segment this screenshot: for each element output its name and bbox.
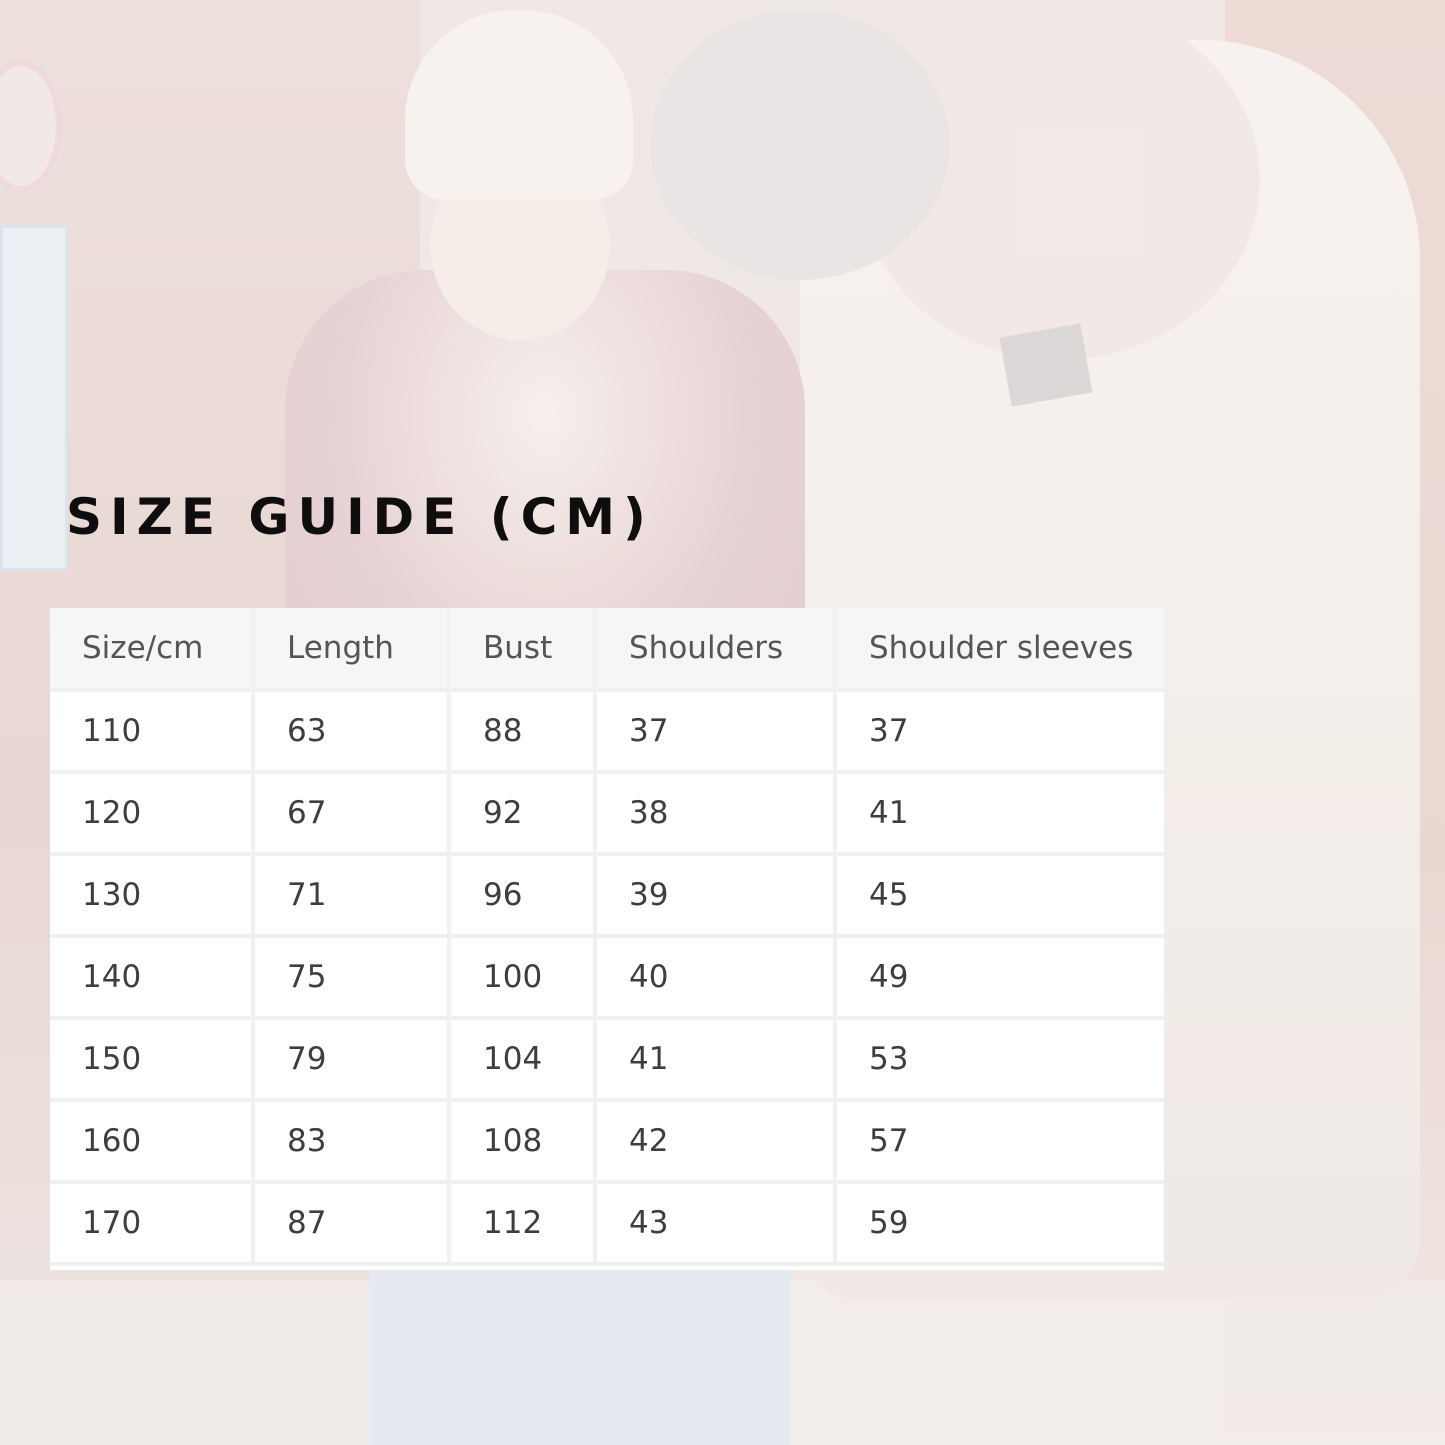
- table-cell: 140: [50, 938, 255, 1020]
- table-cell: 67: [255, 774, 451, 856]
- table-cell: 150: [50, 1020, 255, 1102]
- table-row: 110 63 88 37 37: [50, 692, 1164, 774]
- column-header: Size/cm: [50, 608, 255, 692]
- table-row: 160 83 108 42 57: [50, 1102, 1164, 1184]
- table-cell: 37: [837, 692, 1164, 774]
- size-table-panel: Size/cm Length Bust Shoulders Shoulder s…: [50, 608, 1164, 1270]
- table-row: 170 87 112 43 59: [50, 1184, 1164, 1266]
- table-cell: 45: [837, 856, 1164, 938]
- table-row: 120 67 92 38 41: [50, 774, 1164, 856]
- table-cell: 37: [597, 692, 837, 774]
- table-cell: 130: [50, 856, 255, 938]
- table-cell: 39: [597, 856, 837, 938]
- table-cell: 83: [255, 1102, 451, 1184]
- size-table: Size/cm Length Bust Shoulders Shoulder s…: [50, 608, 1164, 1266]
- table-cell: 43: [597, 1184, 837, 1266]
- table-cell: 59: [837, 1184, 1164, 1266]
- table-cell: 96: [451, 856, 597, 938]
- table-cell: 104: [451, 1020, 597, 1102]
- table-row: 150 79 104 41 53: [50, 1020, 1164, 1102]
- table-cell: 42: [597, 1102, 837, 1184]
- table-cell: 53: [837, 1020, 1164, 1102]
- table-cell: 112: [451, 1184, 597, 1266]
- table-cell: 40: [597, 938, 837, 1020]
- table-cell: 38: [597, 774, 837, 856]
- table-cell: 110: [50, 692, 255, 774]
- table-cell: 92: [451, 774, 597, 856]
- table-cell: 108: [451, 1102, 597, 1184]
- table-cell: 120: [50, 774, 255, 856]
- column-header: Length: [255, 608, 451, 692]
- table-row: 140 75 100 40 49: [50, 938, 1164, 1020]
- column-header: Bust: [451, 608, 597, 692]
- table-cell: 63: [255, 692, 451, 774]
- table-cell: 87: [255, 1184, 451, 1266]
- table-cell: 79: [255, 1020, 451, 1102]
- table-cell: 41: [597, 1020, 837, 1102]
- table-cell: 41: [837, 774, 1164, 856]
- page-title: SIZE GUIDE (CM): [66, 488, 654, 546]
- table-cell: 160: [50, 1102, 255, 1184]
- table-cell: 100: [451, 938, 597, 1020]
- column-header: Shoulders: [597, 608, 837, 692]
- table-cell: 71: [255, 856, 451, 938]
- table-header-row: Size/cm Length Bust Shoulders Shoulder s…: [50, 608, 1164, 692]
- table-cell: 57: [837, 1102, 1164, 1184]
- table-cell: 88: [451, 692, 597, 774]
- table-cell: 170: [50, 1184, 255, 1266]
- table-cell: 75: [255, 938, 451, 1020]
- table-row: 130 71 96 39 45: [50, 856, 1164, 938]
- table-cell: 49: [837, 938, 1164, 1020]
- column-header: Shoulder sleeves: [837, 608, 1164, 692]
